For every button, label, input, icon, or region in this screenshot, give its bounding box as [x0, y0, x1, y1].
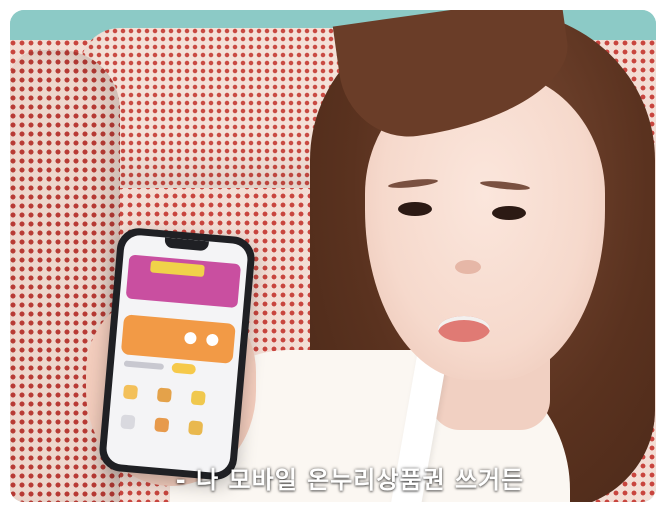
phone-screen [105, 234, 249, 474]
left-eye [398, 202, 432, 216]
menu-tile [156, 387, 172, 403]
menu-tile [190, 390, 206, 406]
smartphone [97, 226, 257, 482]
coupon-icon [205, 333, 219, 347]
banner-highlight [150, 260, 205, 278]
mouth [438, 316, 490, 342]
menu-pill [171, 362, 197, 375]
right-eye [492, 206, 526, 220]
subtitle-caption: - 나 모바일 온누리상품권 쓰거든 [175, 466, 525, 494]
menu-tile [188, 420, 204, 436]
gift-icon [122, 384, 139, 400]
app-banner [125, 254, 242, 309]
store-icon [183, 331, 197, 345]
menu-line [123, 360, 165, 370]
menu-tile [120, 414, 136, 430]
phone-notch [164, 237, 209, 252]
menu-tile [154, 417, 170, 433]
video-frame: - 나 모바일 온누리상품권 쓰거든 [10, 10, 656, 502]
nose [455, 260, 481, 274]
voucher-card [120, 314, 236, 364]
